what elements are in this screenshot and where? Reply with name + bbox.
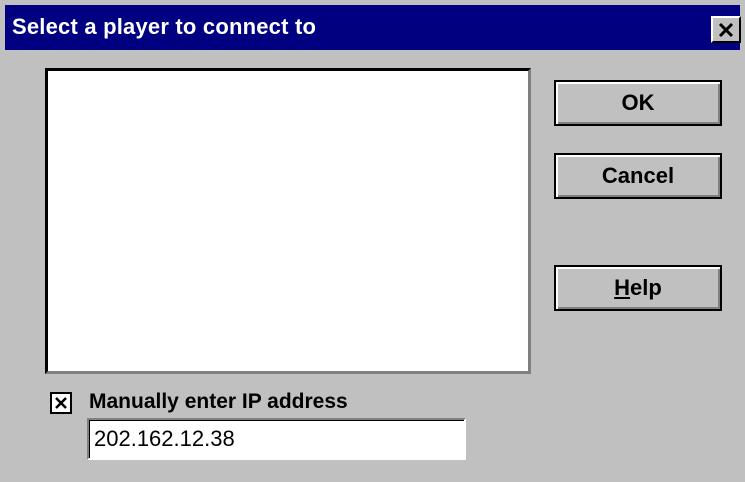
help-button[interactable]: Help [554,265,722,311]
help-button-label: Help [614,275,662,301]
checkmark-icon [55,397,67,409]
cancel-button[interactable]: Cancel [554,153,722,199]
dialog-title: Select a player to connect to [12,14,317,39]
player-list[interactable] [45,68,531,374]
ok-button-label: OK [621,90,655,115]
title-bar[interactable]: Select a player to connect to [5,5,741,50]
help-hotkey: H [614,275,631,300]
manual-ip-label[interactable]: Manually enter IP address [89,390,348,414]
close-icon [718,22,734,37]
manual-ip-checkbox[interactable] [50,392,72,414]
close-button[interactable] [711,16,741,43]
cancel-button-label: Cancel [601,163,675,188]
dialog-window: Select a player to connect to OK Cancel … [0,0,745,482]
help-label-rest: elp [630,275,662,300]
ok-button[interactable]: OK [554,80,722,126]
ip-address-input[interactable] [87,418,466,460]
